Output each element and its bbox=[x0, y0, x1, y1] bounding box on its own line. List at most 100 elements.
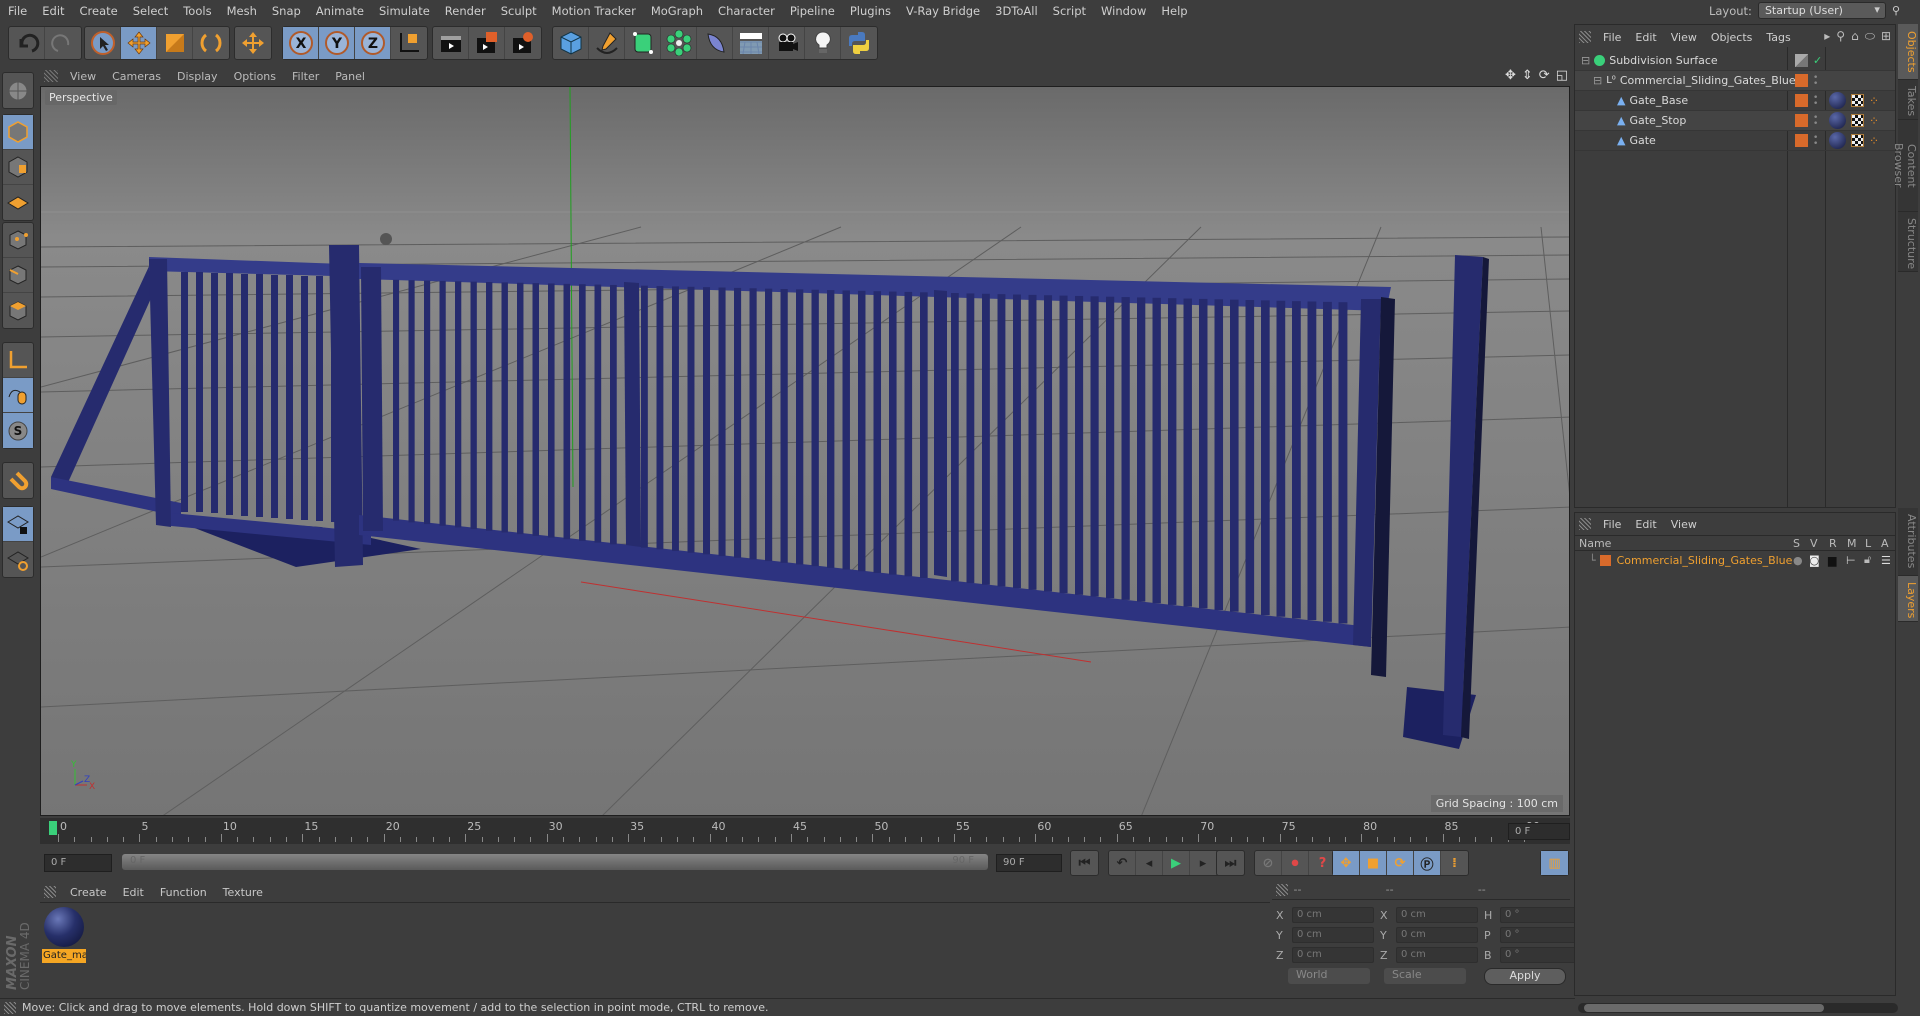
menu-window[interactable]: Window bbox=[1093, 4, 1153, 18]
snap-icon[interactable] bbox=[3, 463, 33, 498]
tree-collapse-icon[interactable]: ⊟ bbox=[1593, 74, 1602, 87]
material-menu-texture[interactable]: Texture bbox=[215, 886, 271, 899]
layer-menu-file[interactable]: File bbox=[1597, 518, 1629, 531]
tab-attributes[interactable]: Attributes bbox=[1898, 508, 1918, 576]
material-menu-edit[interactable]: Edit bbox=[115, 886, 152, 899]
object-name[interactable]: Gate_Stop bbox=[1629, 114, 1686, 127]
menu-script[interactable]: Script bbox=[1045, 4, 1093, 18]
object-row[interactable]: ⊟ Subdivision Surface ✓ bbox=[1575, 51, 1895, 71]
search-icon[interactable]: ⚲ bbox=[1892, 4, 1900, 17]
apply-button[interactable]: Apply bbox=[1484, 968, 1566, 985]
scrollbar-thumb[interactable] bbox=[1584, 1004, 1824, 1012]
uvw-tag-icon[interactable] bbox=[1851, 134, 1864, 147]
live-selection-icon[interactable] bbox=[85, 27, 121, 59]
selection-tag-icon[interactable]: ⁘ bbox=[1869, 114, 1879, 128]
key-parameter-icon[interactable]: Ⓟ bbox=[1414, 851, 1441, 875]
size-z-field[interactable]: 0 cm bbox=[1396, 947, 1478, 963]
deformer-icon[interactable] bbox=[697, 27, 733, 59]
3d-viewport[interactable]: Y Z X Perspective Grid Spacing : 100 cm bbox=[40, 86, 1570, 816]
pen-spline-icon[interactable] bbox=[589, 27, 625, 59]
visibility-dots-icon[interactable]: • • bbox=[1813, 133, 1818, 148]
grip-handle[interactable] bbox=[1579, 518, 1591, 530]
goto-start-icon[interactable]: ⏮ bbox=[1071, 851, 1098, 875]
end-frame-field[interactable]: 90 F bbox=[996, 854, 1062, 872]
camera-icon[interactable] bbox=[769, 27, 805, 59]
move-icon[interactable] bbox=[121, 27, 157, 59]
maximize-view-icon[interactable]: ◱ bbox=[1556, 68, 1568, 83]
column-animation[interactable]: A bbox=[1881, 537, 1889, 550]
key-position-icon[interactable]: ✥ bbox=[1333, 851, 1360, 875]
axis-mode-icon[interactable] bbox=[3, 343, 33, 378]
column-manager[interactable]: M bbox=[1847, 537, 1857, 550]
material-menu-create[interactable]: Create bbox=[62, 886, 115, 899]
solo-icon[interactable]: S bbox=[3, 413, 33, 448]
object-row[interactable]: ▲ Gate_Base • • ⁘ bbox=[1575, 91, 1895, 111]
tab-content-browser[interactable]: Content Browser bbox=[1892, 120, 1918, 212]
model-mode-icon[interactable] bbox=[3, 115, 33, 150]
viewport-menu-cameras[interactable]: Cameras bbox=[106, 70, 171, 83]
rotate-icon[interactable] bbox=[193, 27, 229, 59]
pos-z-field[interactable]: 0 cm bbox=[1292, 947, 1374, 963]
tweak-mode-icon[interactable] bbox=[3, 378, 33, 413]
object-name[interactable]: Commercial_Sliding_Gates_Blue bbox=[1620, 74, 1796, 87]
redo-icon[interactable] bbox=[45, 27, 81, 59]
object-menu-edit[interactable]: Edit bbox=[1629, 31, 1664, 44]
material-tag-icon[interactable] bbox=[1829, 112, 1846, 129]
layer-color-tag[interactable] bbox=[1795, 134, 1808, 147]
coordinate-system-icon[interactable] bbox=[391, 27, 427, 59]
menu-edit[interactable]: Edit bbox=[34, 4, 71, 18]
rot-b-field[interactable]: 0 ° bbox=[1500, 947, 1582, 963]
array-icon[interactable] bbox=[661, 27, 697, 59]
object-menu-view[interactable]: View bbox=[1665, 31, 1705, 44]
object-row[interactable]: ▲ Gate_Stop • • ⁘ bbox=[1575, 111, 1895, 131]
render-picture-viewer-icon[interactable] bbox=[469, 27, 505, 59]
record-keys-icon[interactable]: ⏺ bbox=[1282, 851, 1309, 875]
key-scale-icon[interactable]: ■ bbox=[1360, 851, 1387, 875]
object-name[interactable]: Gate_Base bbox=[1629, 94, 1688, 107]
python-icon[interactable] bbox=[841, 27, 877, 59]
menu-pipeline[interactable]: Pipeline bbox=[782, 4, 842, 18]
menu-mesh[interactable]: Mesh bbox=[219, 4, 264, 18]
menu-simulate[interactable]: Simulate bbox=[371, 4, 437, 18]
preview-range-slider[interactable]: 0 F 90 F bbox=[122, 854, 988, 870]
orbit-icon[interactable]: ⟳ bbox=[1539, 68, 1550, 83]
current-frame-field[interactable]: 0 F bbox=[1508, 823, 1570, 840]
make-editable-icon[interactable] bbox=[3, 73, 33, 108]
layout-dropdown[interactable]: Startup (User) bbox=[1757, 2, 1886, 19]
scale-icon[interactable] bbox=[157, 27, 193, 59]
light-icon[interactable] bbox=[805, 27, 841, 59]
floor-icon[interactable] bbox=[733, 27, 769, 59]
object-name[interactable]: Subdivision Surface bbox=[1609, 54, 1717, 67]
horizontal-scrollbar[interactable] bbox=[1578, 1003, 1898, 1013]
menu-mograph[interactable]: MoGraph bbox=[643, 4, 710, 18]
menu-render[interactable]: Render bbox=[437, 4, 493, 18]
object-menu-objects[interactable]: Objects bbox=[1705, 31, 1761, 44]
manager-toggle-icon[interactable]: ⊢ bbox=[1846, 554, 1856, 567]
grip-handle[interactable] bbox=[1276, 883, 1288, 896]
layer-menu-edit[interactable]: Edit bbox=[1629, 518, 1664, 531]
column-name[interactable]: Name bbox=[1579, 537, 1611, 550]
selection-tag-icon[interactable]: ⁘ bbox=[1869, 134, 1879, 148]
menu-tools[interactable]: Tools bbox=[175, 4, 218, 18]
grip-handle[interactable] bbox=[44, 70, 58, 82]
menu-file[interactable]: File bbox=[0, 4, 34, 18]
menu-snap[interactable]: Snap bbox=[264, 4, 308, 18]
column-render[interactable]: R bbox=[1829, 537, 1837, 550]
column-solo[interactable]: S bbox=[1793, 537, 1800, 550]
object-menu-tags[interactable]: Tags bbox=[1760, 31, 1798, 44]
layer-color-tag[interactable] bbox=[1795, 94, 1808, 107]
render-toggle-icon[interactable]: ▆ bbox=[1828, 554, 1836, 567]
planar-workplane-icon[interactable] bbox=[3, 542, 33, 577]
timeline-ruler[interactable]: 051015202530354045505560657075808590 bbox=[40, 818, 1570, 844]
layer-color-tag[interactable] bbox=[1795, 74, 1808, 87]
rot-p-field[interactable]: 0 ° bbox=[1500, 927, 1582, 943]
motion-record-icon[interactable]: ⊘ bbox=[1255, 851, 1282, 875]
start-frame-field[interactable]: 0 F bbox=[44, 854, 112, 872]
points-mode-icon[interactable] bbox=[3, 223, 33, 258]
menu-sculpt[interactable]: Sculpt bbox=[493, 4, 544, 18]
render-settings-icon[interactable] bbox=[505, 27, 541, 59]
visibility-dots-icon[interactable]: • • bbox=[1813, 93, 1818, 108]
tab-layers[interactable]: Layers bbox=[1898, 576, 1918, 622]
more-arrow-icon[interactable]: ▸ bbox=[1824, 29, 1830, 44]
column-visible[interactable]: V bbox=[1810, 537, 1818, 550]
